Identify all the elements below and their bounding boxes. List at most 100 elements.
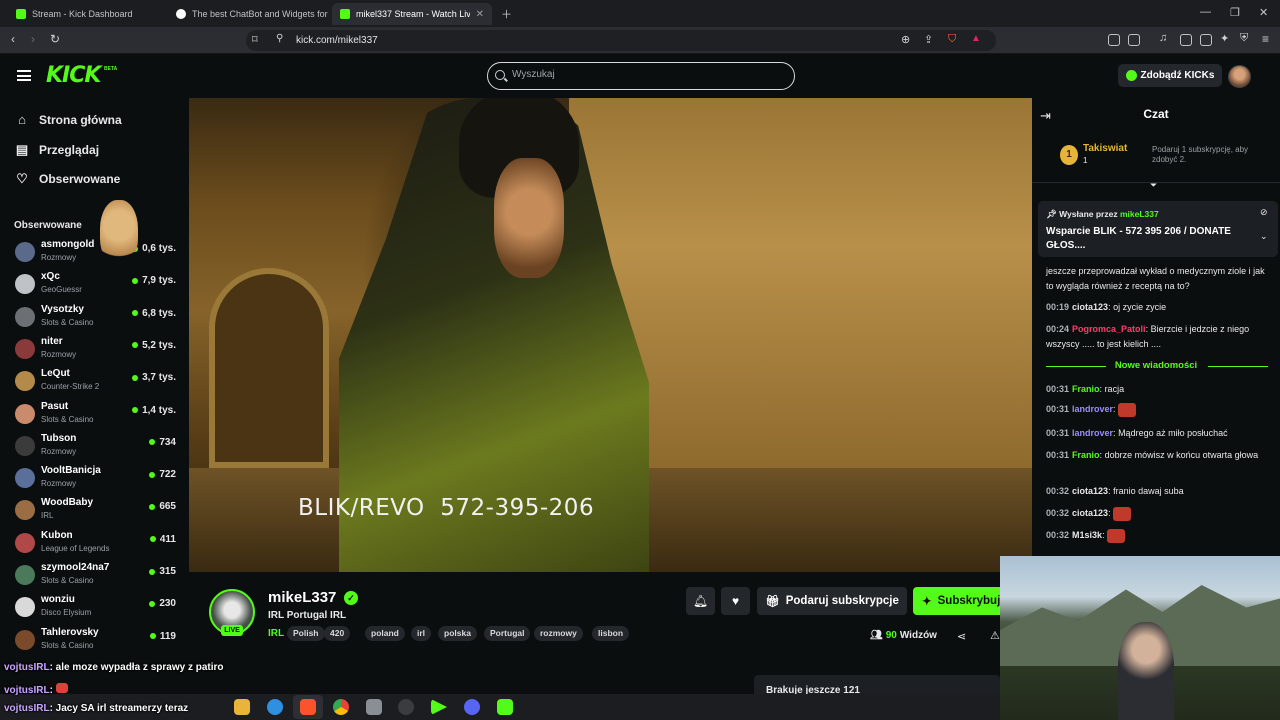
chrome-icon[interactable] [333, 699, 349, 715]
message-text: franio dawaj suba [1113, 486, 1184, 496]
top-gifter-name[interactable]: Takiswiat [1083, 143, 1127, 154]
wallet-icon[interactable] [1200, 34, 1212, 46]
followed-channel[interactable]: wonziu Disco Elysium 230 [0, 592, 188, 622]
streamer-name[interactable]: mikeL337 [268, 589, 336, 606]
archway [209, 268, 329, 468]
zoom-icon[interactable]: ⊕ [901, 33, 910, 46]
message-username[interactable]: Pogromca_Patoli [1072, 324, 1146, 334]
streaming-app-icon[interactable] [497, 699, 513, 715]
back-icon[interactable]: ‹ [11, 32, 15, 46]
unpin-icon[interactable]: ⊘ [1260, 207, 1268, 218]
kick-logo[interactable]: KICK [46, 63, 101, 88]
minimize-icon[interactable]: — [1200, 6, 1211, 18]
stream-tag[interactable]: lisbon [592, 626, 630, 641]
nav-browse[interactable]: ▤ Przeglądaj [15, 140, 99, 160]
followed-channel[interactable]: Vysotzky Slots & Casino 6,8 tys. [0, 302, 188, 332]
url-text[interactable]: kick.com/mikel337 [296, 35, 378, 46]
vpn-icon[interactable]: ⛨ [1240, 32, 1248, 45]
browser-tab[interactable]: The best ChatBot and Widgets for Kick [168, 3, 328, 25]
maximize-icon[interactable]: ❐ [1230, 6, 1240, 19]
message-username[interactable]: ciota123 [1072, 302, 1108, 312]
channel-name: Vysotzky [41, 303, 84, 315]
search-box[interactable] [487, 62, 795, 90]
sidebar-panel-icon[interactable] [1128, 34, 1140, 46]
gift-subscription-button[interactable]: 🎁︎ Podaruj subskrypcje [757, 587, 907, 615]
followed-channel[interactable]: xQc GeoGuessr 7,9 tys. [0, 269, 188, 299]
user-avatar[interactable] [1228, 65, 1251, 88]
url-box[interactable]: ⌑ ⚲ kick.com/mikel337 ⊕ ⇪ ⛉ ▲ [246, 30, 996, 51]
browser-tab[interactable]: Stream - Kick Dashboard [8, 3, 168, 25]
close-window-icon[interactable]: ✕ [1259, 6, 1268, 19]
stream-tag[interactable]: irl [411, 626, 432, 641]
category-link[interactable]: IRL [268, 628, 284, 639]
edge-icon[interactable] [267, 699, 283, 715]
music-icon[interactable]: ♫ [1159, 32, 1167, 44]
followed-channel[interactable]: szymool24na7 Slots & Casino 315 [0, 560, 188, 590]
video-player[interactable]: BLIK/REVO 572-395-206 [189, 98, 1032, 572]
channel-viewer-count: 119 [159, 630, 176, 642]
followed-channel[interactable]: asmongold Rozmowy 0,6 tys. [0, 237, 188, 267]
stream-tag[interactable]: rozmowy [534, 626, 583, 641]
followed-channel[interactable]: Pasut Slots & Casino 1,4 tys. [0, 399, 188, 429]
stream-tag[interactable]: polska [438, 626, 477, 641]
share-page-icon[interactable]: ⇪ [924, 33, 933, 46]
message-username[interactable]: Franio [1072, 450, 1100, 460]
menu-icon[interactable]: ≡ [1262, 32, 1269, 46]
followed-channel[interactable]: Tubson Rozmowy 734 [0, 431, 188, 461]
browser-tab-active[interactable]: mikel337 Stream - Watch Live ✕ [332, 3, 492, 25]
get-kicks-button[interactable]: Zdobądź KICKs [1118, 64, 1222, 87]
followed-channel[interactable]: Tahlerovsky Slots & Casino 119 [0, 625, 188, 655]
collapse-chat-icon[interactable]: ⇥ [1040, 108, 1051, 124]
brave-shield-icon[interactable]: ⛉ [948, 33, 956, 46]
pinned-user[interactable]: mikeL337 [1120, 209, 1159, 219]
stream-tag[interactable]: Portugal [484, 626, 531, 641]
overlay-chat-message: vojtusIRL: [4, 683, 68, 696]
report-icon[interactable]: ⚠ [990, 629, 1000, 642]
followed-channel[interactable]: Kubon League of Legends 411 [0, 528, 188, 558]
expand-pinned-icon[interactable]: ⌄ [1260, 231, 1268, 242]
reading-icon[interactable] [1180, 34, 1192, 46]
file-explorer-icon[interactable] [234, 699, 250, 715]
search-icon [495, 70, 505, 80]
share-icon[interactable]: ⋖ [957, 630, 966, 643]
stream-tag[interactable]: Polish [287, 626, 325, 641]
channel-name: xQc [41, 271, 60, 283]
search-input[interactable] [512, 69, 772, 80]
followed-channel[interactable]: VooltBanicja Rozmowy 722 [0, 463, 188, 493]
kick-app-icon[interactable] [431, 699, 447, 715]
message-text: jeszcze przeprowadzał wykład o medycznym… [1046, 266, 1265, 291]
followed-channel[interactable]: niter Rozmowy 5,2 tys. [0, 334, 188, 364]
new-tab-icon[interactable]: ＋ [501, 6, 512, 22]
app-icon[interactable] [366, 699, 382, 715]
channel-avatar [15, 468, 35, 489]
subscribe-button[interactable]: ✦ Subskrybuj [913, 587, 1003, 615]
nav-following[interactable]: ♡ Obserwowane [15, 169, 120, 189]
notification-bell-button[interactable]: 🔔︎ [686, 587, 715, 615]
follow-button[interactable]: ♥ [721, 587, 750, 615]
nav-home[interactable]: ⌂ Strona główna [15, 110, 122, 130]
extensions-icon[interactable] [1108, 34, 1120, 46]
message-username[interactable]: landrover [1072, 428, 1113, 438]
followed-channel[interactable]: LeQut Counter-Strike 2 3,7 tys. [0, 366, 188, 396]
stream-tag[interactable]: poland [365, 626, 405, 641]
stream-tag[interactable]: 420 [324, 626, 351, 641]
reload-icon[interactable]: ↻ [50, 32, 60, 46]
close-tab-icon[interactable]: ✕ [476, 9, 484, 20]
site-info-icon[interactable]: ⚲ [276, 33, 283, 44]
followed-channel[interactable]: WoodBaby IRL 665 [0, 495, 188, 525]
message-username[interactable]: M1si3k [1072, 530, 1102, 540]
rewards-icon[interactable]: ▲ [971, 33, 981, 44]
brave-icon[interactable] [300, 699, 316, 715]
message-username[interactable]: ciota123 [1072, 508, 1108, 518]
channel-avatar [15, 500, 35, 521]
message-username[interactable]: landrover [1072, 404, 1113, 414]
discord-icon[interactable] [464, 699, 480, 715]
ai-icon[interactable]: ✦ [1220, 32, 1229, 45]
hamburger-menu-icon[interactable] [17, 70, 31, 81]
message-username[interactable]: ciota123 [1072, 486, 1108, 496]
forward-icon[interactable]: › [31, 32, 35, 46]
bookmark-icon[interactable]: ⌑ [252, 33, 258, 46]
message-username[interactable]: Franio [1072, 384, 1100, 394]
obs-icon[interactable] [398, 699, 414, 715]
expand-leaderboard-icon[interactable]: ⏷ [1150, 180, 1157, 191]
